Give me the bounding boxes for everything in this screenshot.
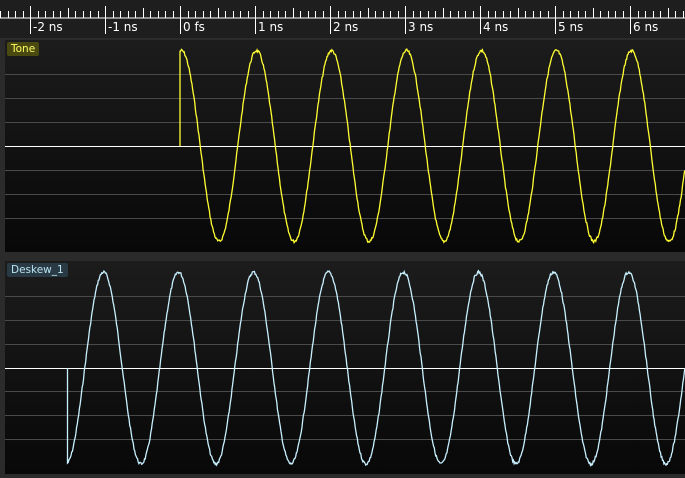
- waveform-panel-deskew[interactable]: Deskew_1: [5, 261, 685, 474]
- waveform-deskew: [5, 269, 685, 468]
- tick-label: 3 ns: [408, 20, 434, 34]
- tick-label: 2 ns: [333, 20, 359, 34]
- waveform-tone: [5, 47, 685, 245]
- tick-label: -2 ns: [33, 20, 63, 34]
- tick-label: 0 fs: [183, 20, 205, 34]
- tick-label: -1 ns: [108, 20, 138, 34]
- tick-label: 6 ns: [633, 20, 659, 34]
- waveform-panel-tone[interactable]: Tone: [5, 40, 685, 252]
- channel-label-deskew[interactable]: Deskew_1: [7, 263, 68, 277]
- tick-label: 4 ns: [483, 20, 509, 34]
- time-ruler[interactable]: -2 ns -1 ns 0 fs 1 ns 2 ns 3 ns 4 ns 5 n…: [0, 0, 685, 38]
- tick-label: 5 ns: [558, 20, 584, 34]
- signal-trace: [179, 47, 685, 245]
- tick-label: 1 ns: [258, 20, 284, 34]
- channel-label-tone[interactable]: Tone: [7, 42, 40, 56]
